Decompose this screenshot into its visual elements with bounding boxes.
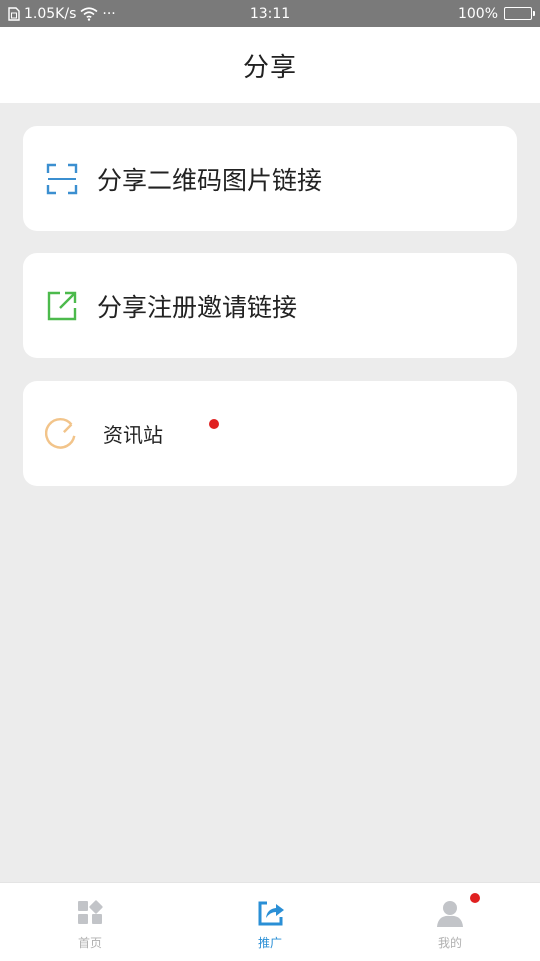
share-qr-card[interactable]: 分享二维码图片链接 (23, 126, 517, 231)
tab-home[interactable]: 首页 (0, 883, 180, 961)
user-icon (434, 893, 480, 929)
qr-scan-icon (45, 162, 79, 196)
mine-badge-dot (470, 893, 480, 903)
news-station-label: 资讯站 (103, 423, 163, 447)
battery-percent: 100% (457, 5, 498, 22)
news-station-card[interactable]: 资讯站 (23, 381, 517, 486)
screen: 1.05K/s ··· 13:11 100% 分享 分享二维码图片链接 分享注册… (0, 0, 540, 961)
battery-icon (504, 7, 535, 20)
tab-bar: 首页 推广 我的 (0, 882, 540, 961)
tab-promote[interactable]: 推广 (180, 883, 360, 961)
external-link-icon (45, 289, 79, 323)
refresh-circle-icon (45, 417, 79, 451)
share-qr-label: 分享二维码图片链接 (97, 165, 323, 195)
header: 分享 (0, 27, 540, 103)
tab-home-label: 首页 (77, 936, 102, 950)
share-invite-card[interactable]: 分享注册邀请链接 (23, 253, 517, 358)
share-icon (254, 897, 286, 929)
page-title: 分享 (242, 52, 297, 83)
tab-mine-label: 我的 (437, 936, 462, 950)
status-bar: 1.05K/s ··· 13:11 100% (0, 0, 540, 27)
news-badge-dot (209, 419, 219, 429)
share-invite-label: 分享注册邀请链接 (97, 292, 298, 322)
clock: 13:11 (249, 5, 291, 22)
tab-promote-label: 推广 (257, 936, 282, 950)
status-bar-right: 100% (457, 0, 535, 27)
tab-mine[interactable]: 我的 (360, 883, 540, 961)
grid-icon (74, 897, 106, 929)
